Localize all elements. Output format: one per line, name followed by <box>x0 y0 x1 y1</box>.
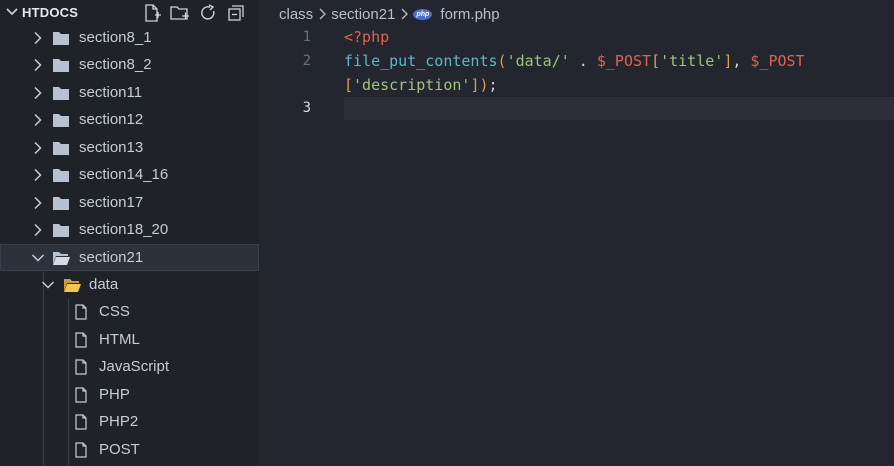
tree-folder-section8_2[interactable]: section8_2 <box>0 52 259 79</box>
open-folder-icon <box>64 279 81 292</box>
tree-folder-section21[interactable]: section21 <box>0 244 259 271</box>
collapse-all-icon[interactable] <box>226 3 246 23</box>
code-token: ( <box>497 52 507 70</box>
tree-item-label: PHP2 <box>99 413 139 430</box>
folder-icon <box>53 197 69 210</box>
chevron-right-icon <box>34 196 42 210</box>
tree-item-label: JavaScript <box>99 358 170 375</box>
chevron-right-icon <box>34 113 42 127</box>
tree-folder-section13[interactable]: section13 <box>0 135 259 162</box>
code-token: 'title' <box>660 52 724 70</box>
tree-file-javascript[interactable]: JavaScript <box>0 354 259 381</box>
breadcrumb-item-file[interactable]: form.php <box>440 6 499 23</box>
tree-file-html[interactable]: HTML <box>0 327 259 354</box>
code-token: 'description' <box>353 76 471 94</box>
folder-icon <box>53 114 69 127</box>
chevron-right-icon <box>34 86 42 100</box>
explorer-sidebar: HTDOCS section8_1 section8_2 section11 s… <box>0 0 259 466</box>
tree-folder-section11[interactable]: section11 <box>0 80 259 107</box>
folder-icon <box>53 224 69 237</box>
chevron-right-icon <box>34 168 42 182</box>
tree-item-label: section18_20 <box>79 221 169 238</box>
tree-folder-section14_16[interactable]: section14_16 <box>0 162 259 189</box>
code-token: [ <box>344 76 354 94</box>
chevron-down-icon <box>41 281 55 289</box>
folder-icon <box>53 142 69 155</box>
explorer-actions <box>142 3 246 23</box>
code-token: <?php <box>344 28 390 46</box>
chevron-right-icon <box>34 223 42 237</box>
tree-item-label: data <box>89 276 119 293</box>
code-token: 'data/' <box>506 52 570 70</box>
tree-file-css[interactable]: CSS <box>0 299 259 326</box>
code-token: $_POST <box>596 52 652 70</box>
code-token: , <box>732 52 751 70</box>
code-token: file_put_contents <box>344 52 498 70</box>
file-icon <box>75 304 87 320</box>
chevron-right-icon <box>34 31 42 45</box>
refresh-icon[interactable] <box>198 3 218 23</box>
tree-item-label: section17 <box>79 194 144 211</box>
breadcrumb-item-section21[interactable]: section21 <box>331 6 395 23</box>
explorer-header[interactable]: HTDOCS <box>0 0 259 26</box>
open-folder-icon <box>53 252 70 265</box>
tree-item-label: section8_2 <box>79 56 152 73</box>
tree-file-php[interactable]: PHP <box>0 382 259 409</box>
file-icon <box>75 414 87 430</box>
current-line-highlight <box>344 97 894 120</box>
tree-item-label: section12 <box>79 111 144 128</box>
new-folder-icon[interactable] <box>170 3 190 23</box>
tree-folder-section12[interactable]: section12 <box>0 107 259 134</box>
tree-item-label: section8_1 <box>79 29 152 46</box>
code-token: . <box>569 52 597 70</box>
tree-folder-section17[interactable]: section17 <box>0 190 259 217</box>
tree-item-label: section21 <box>79 249 144 266</box>
code-line: ['description']); <box>344 76 498 94</box>
tree-item-label: POST <box>99 441 140 458</box>
line-number: 1 <box>302 29 311 45</box>
tree-folder-data[interactable]: data <box>0 272 259 299</box>
tree-file-php2[interactable]: PHP2 <box>0 409 259 436</box>
file-icon <box>75 442 87 458</box>
tree-file-post[interactable]: POST <box>0 437 259 464</box>
code-token: $_POST <box>750 52 805 70</box>
tree-item-label: section13 <box>79 139 144 156</box>
folder-icon <box>53 87 69 100</box>
chevron-down-icon[interactable] <box>5 5 19 19</box>
folder-icon <box>53 169 69 182</box>
file-icon <box>75 387 87 403</box>
code-line: file_put_contents('data/' . $_POST['titl… <box>344 52 805 70</box>
folder-icon <box>53 32 69 45</box>
chevron-right-icon <box>401 8 409 20</box>
chevron-right-icon <box>34 141 42 155</box>
code-editor[interactable]: class section21 php form.php 1 2 3 <?php… <box>259 0 894 466</box>
tree-item-label: CSS <box>99 303 130 320</box>
tree-item-label: PHP <box>99 386 130 403</box>
tree-item-label: section11 <box>79 84 143 101</box>
tree-item-label: HTML <box>99 331 140 348</box>
php-file-icon: php <box>413 8 433 20</box>
chevron-down-icon <box>31 254 45 262</box>
code-token: [ <box>651 52 661 70</box>
folder-icon <box>53 59 69 72</box>
file-icon <box>75 359 87 375</box>
chevron-right-icon <box>319 8 327 20</box>
breadcrumb: class section21 php form.php <box>279 4 500 24</box>
tree-folder-section18_20[interactable]: section18_20 <box>0 217 259 244</box>
new-file-icon[interactable] <box>142 3 162 23</box>
tree-folder-section8_1[interactable]: section8_1 <box>0 25 259 52</box>
code-token: ] <box>723 52 733 70</box>
file-icon <box>75 332 87 348</box>
code-line: <?php <box>344 28 389 46</box>
line-number: 3 <box>302 100 311 116</box>
chevron-right-icon <box>34 58 42 72</box>
code-token: ) <box>479 76 489 94</box>
explorer-title: HTDOCS <box>22 5 79 20</box>
line-number: 2 <box>302 53 311 69</box>
breadcrumb-item-class[interactable]: class <box>279 6 313 23</box>
tree-item-label: section14_16 <box>79 166 169 183</box>
code-token: ; <box>488 76 498 94</box>
